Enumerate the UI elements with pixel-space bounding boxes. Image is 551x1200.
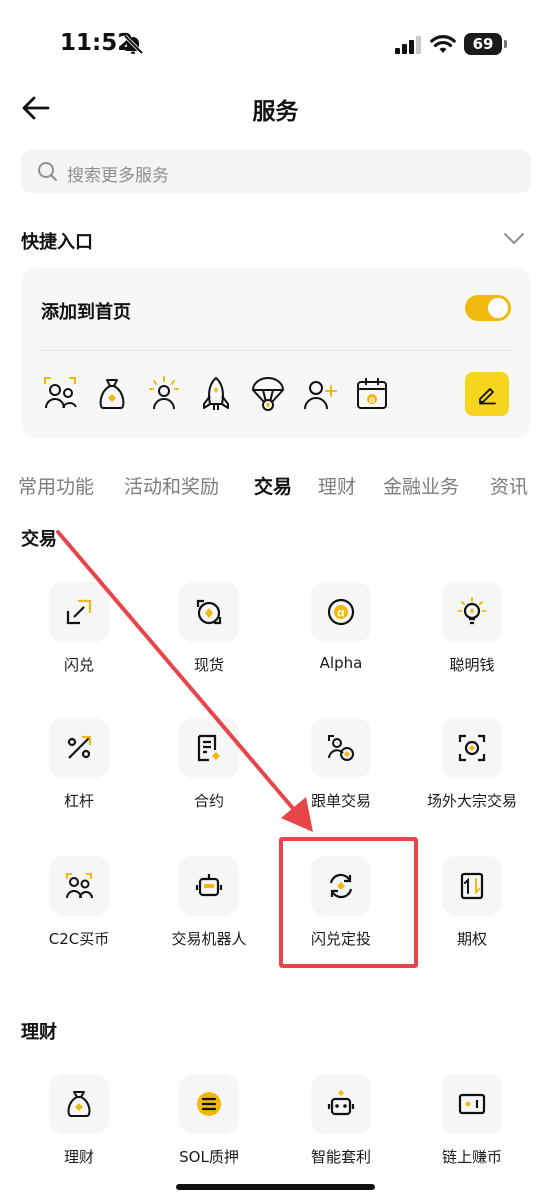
trade-section-title: 交易 [21, 529, 57, 550]
battery-indicator: 69 [464, 33, 502, 55]
service-label: 合约 [193, 792, 224, 810]
parachute-icon[interactable] [251, 376, 285, 412]
service-smart-money[interactable]: 聪明钱 [406, 582, 538, 692]
service-copy-trading[interactable]: 跟单交易 [275, 718, 407, 828]
edit-quick-entry-button[interactable] [465, 372, 509, 416]
tab-earn[interactable]: 理财 [318, 472, 356, 499]
divider [41, 350, 511, 351]
service-alpha[interactable]: α Alpha [275, 582, 407, 692]
service-label: SOL质押 [179, 1148, 239, 1166]
pencil-icon [479, 388, 496, 405]
search-icon [38, 162, 57, 181]
service-trading-bot[interactable]: 交易机器人 [143, 856, 275, 966]
service-label: 智能套利 [310, 1148, 371, 1166]
sol-staking-icon [179, 1074, 239, 1134]
margin-icon [49, 718, 109, 778]
users-icon[interactable] [43, 376, 77, 412]
onchain-earn-icon [442, 1074, 502, 1134]
service-label: 跟单交易 [310, 792, 371, 810]
arbitrage-bot-icon [311, 1074, 371, 1134]
service-label: 聪明钱 [449, 656, 495, 674]
service-label: Alpha [319, 654, 363, 672]
bell-off-icon [123, 34, 144, 55]
home-indicator[interactable] [176, 1184, 375, 1190]
svg-text:α: α [337, 606, 345, 620]
bot-icon [179, 856, 239, 916]
toggle-knob [488, 298, 508, 318]
service-options[interactable]: 期权 [406, 856, 538, 966]
service-onchain-earn[interactable]: 链上赚币 [406, 1074, 538, 1184]
service-sol-staking[interactable]: SOL质押 [143, 1074, 275, 1184]
service-otc[interactable]: 场外大宗交易 [406, 718, 538, 828]
convert-icon [49, 582, 109, 642]
tab-common[interactable]: 常用功能 [18, 472, 94, 499]
c2c-icon [49, 856, 109, 916]
spot-icon [179, 582, 239, 642]
earn-section-title: 理财 [21, 1022, 57, 1043]
service-label: 期权 [456, 930, 487, 948]
futures-icon [179, 718, 239, 778]
alpha-icon: α [311, 582, 371, 642]
quick-entry-card: 添加到首页 α [21, 268, 531, 438]
tab-trade[interactable]: 交易 [254, 472, 292, 499]
earn-bag-icon [49, 1074, 109, 1134]
search-placeholder: 搜索更多服务 [67, 166, 169, 186]
add-user-icon[interactable] [303, 376, 337, 412]
service-label: 现货 [193, 656, 224, 674]
service-convert[interactable]: 闪兑 [13, 582, 145, 692]
service-smart-arbitrage[interactable]: 智能套利 [275, 1074, 407, 1184]
options-icon [442, 856, 502, 916]
quick-entry-title: 快捷入口 [21, 232, 93, 253]
tab-news[interactable]: 资讯 [490, 472, 528, 499]
service-spot[interactable]: 现货 [143, 582, 275, 692]
status-bar: 11:52 69 [0, 0, 551, 90]
wifi-icon [430, 35, 456, 53]
tab-events-rewards[interactable]: 活动和奖励 [124, 472, 219, 499]
chevron-down-icon[interactable] [502, 228, 526, 248]
rocket-icon[interactable] [199, 376, 233, 412]
smart-money-icon[interactable] [147, 376, 181, 412]
service-label: 场外大宗交易 [426, 792, 517, 810]
svg-text:α: α [369, 395, 375, 405]
add-to-home-toggle[interactable] [465, 295, 511, 321]
annotation-highlight-box [279, 837, 418, 968]
calendar-alpha-icon[interactable]: α [355, 376, 389, 412]
money-bag-icon[interactable] [95, 376, 129, 412]
page-title: 服务 [252, 99, 299, 125]
search-input[interactable]: 搜索更多服务 [21, 150, 531, 193]
service-label: 杠杆 [63, 792, 94, 810]
copy-trading-icon [311, 718, 371, 778]
category-tabs: 常用功能 活动和奖励 交易 理财 金融业务 资讯 [0, 472, 551, 502]
service-label: 交易机器人 [171, 930, 247, 948]
service-label: 闪兑 [63, 656, 94, 674]
service-label: 理财 [63, 1148, 94, 1166]
service-label: 链上赚币 [441, 1148, 502, 1166]
service-earn[interactable]: 理财 [13, 1074, 145, 1184]
add-to-home-label: 添加到首页 [41, 302, 131, 323]
back-button[interactable] [20, 92, 54, 124]
signal-icon [395, 36, 421, 54]
service-margin[interactable]: 杠杆 [13, 718, 145, 828]
service-c2c[interactable]: C2C买币 [13, 856, 145, 966]
service-label: C2C买币 [48, 930, 110, 948]
tab-finance[interactable]: 金融业务 [383, 472, 459, 499]
battery-nub [504, 40, 507, 48]
lightbulb-icon [442, 582, 502, 642]
service-futures[interactable]: 合约 [143, 718, 275, 828]
otc-icon [442, 718, 502, 778]
